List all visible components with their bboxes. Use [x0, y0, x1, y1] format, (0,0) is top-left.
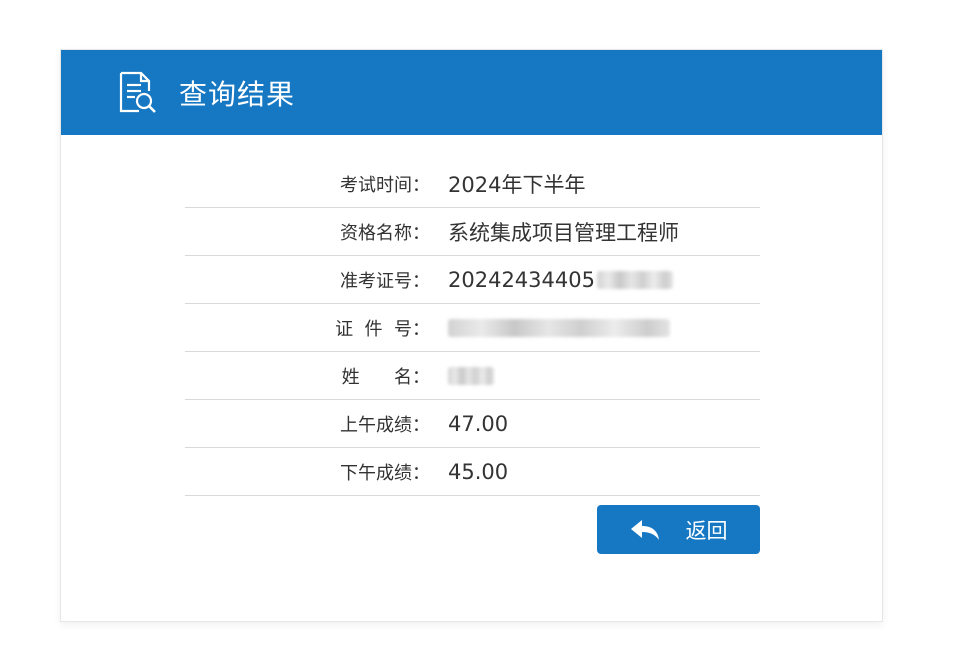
reply-arrow-icon [630, 519, 659, 540]
redacted-block [596, 270, 673, 289]
row-label: 资格名称： [340, 222, 430, 244]
redacted-block [448, 318, 670, 337]
back-button-label: 返回 [685, 518, 728, 543]
result-panel: 查询结果 考试时间： 2024年下半年 资格名称： 系统集成项目管理工程师 准考… [60, 49, 883, 622]
row-label: 证 件 号： [335, 318, 430, 340]
result-row-qualification: 资格名称： 系统集成项目管理工程师 [185, 208, 760, 256]
row-value: 系统集成项目管理工程师 [448, 220, 679, 245]
result-row-morning-score: 上午成绩： 47.00 [185, 400, 760, 448]
row-value: 2024年下半年 [448, 172, 586, 197]
admission-number-value: 20242434405 [448, 267, 595, 292]
redacted-block [448, 366, 494, 385]
row-label: 下午成绩： [340, 462, 430, 484]
row-label: 考试时间： [340, 174, 430, 196]
row-label: 姓 名： [341, 366, 430, 388]
result-row-name: 姓 名： [185, 352, 760, 400]
back-button[interactable]: 返回 [597, 505, 760, 554]
row-label: 准考证号： [340, 270, 430, 292]
row-value-wrap [448, 318, 670, 337]
row-value-wrap: 20242434405 [448, 268, 673, 292]
result-row-exam-time: 考试时间： 2024年下半年 [185, 160, 760, 208]
result-row-afternoon-score: 下午成绩： 45.00 [185, 448, 760, 496]
row-value: 45.00 [448, 459, 509, 484]
result-row-id-number: 证 件 号： [185, 304, 760, 352]
document-search-icon [119, 71, 156, 113]
result-list: 考试时间： 2024年下半年 资格名称： 系统集成项目管理工程师 准考证号： 2… [185, 160, 760, 496]
panel-header: 查询结果 [61, 50, 882, 135]
row-value: 47.00 [448, 411, 509, 436]
row-value-wrap [448, 366, 494, 385]
page-title: 查询结果 [179, 77, 296, 111]
result-row-admission-number: 准考证号： 20242434405 [185, 256, 760, 304]
row-label: 上午成绩： [340, 414, 430, 436]
